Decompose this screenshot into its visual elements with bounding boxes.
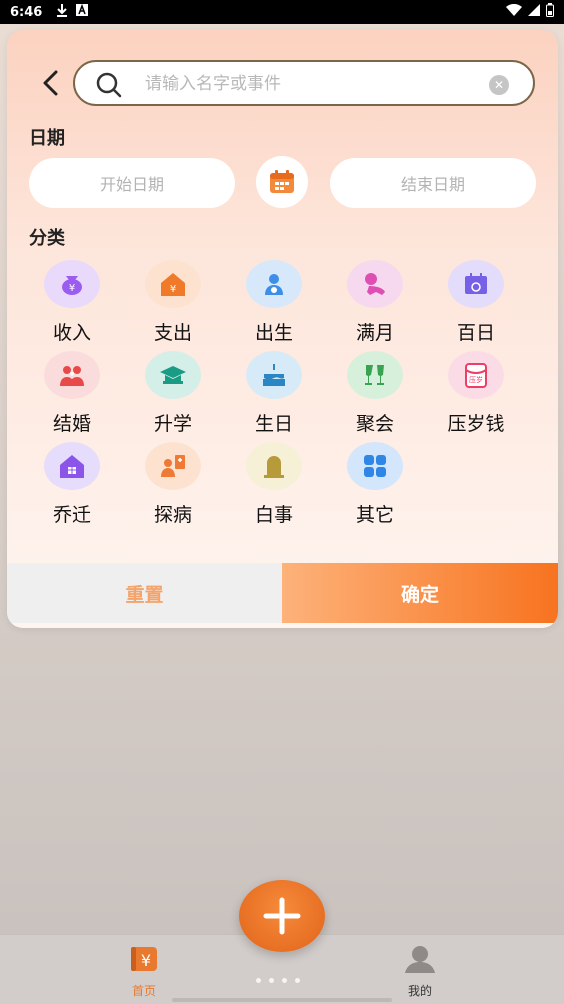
signal-icon bbox=[528, 4, 540, 20]
calendar-icon bbox=[465, 273, 487, 294]
category-icon-badge bbox=[145, 351, 201, 399]
category-item[interactable]: 生日 bbox=[229, 351, 319, 437]
home-indicator bbox=[172, 998, 392, 1002]
category-label: 聚会 bbox=[355, 413, 394, 435]
status-bar: 6:46 bbox=[0, 0, 564, 24]
search-icon bbox=[95, 71, 123, 99]
category-item[interactable]: 聚会 bbox=[330, 351, 420, 437]
crawling-baby-icon bbox=[365, 273, 385, 295]
category-icon-badge: 压岁 bbox=[448, 351, 504, 399]
user-icon bbox=[405, 946, 435, 973]
search-input[interactable] bbox=[145, 70, 465, 98]
category-icon-badge: ¥ bbox=[145, 260, 201, 308]
calendar-button[interactable] bbox=[256, 156, 308, 208]
nav-mine[interactable]: 我的 bbox=[390, 943, 450, 999]
category-item[interactable]: 升学 bbox=[128, 351, 218, 437]
category-icon-badge bbox=[246, 442, 302, 490]
status-time: 6:46 bbox=[10, 4, 43, 20]
end-date-field[interactable]: 结束日期 bbox=[330, 158, 536, 208]
filter-panel: ✕ 日期 开始日期 结束日期 分类 ¥ 收入 ¥ 支出 出生 满月 百日结婚 升学 生日 聚会 压岁… bbox=[7, 30, 558, 628]
category-icon-badge bbox=[347, 442, 403, 490]
nav-home[interactable]: ¥ 首页 bbox=[114, 943, 174, 999]
category-label: 白事 bbox=[254, 504, 293, 526]
category-item[interactable]: 百日 bbox=[431, 260, 521, 346]
new-home-icon bbox=[60, 455, 84, 478]
category-item[interactable]: 结婚 bbox=[27, 351, 117, 437]
category-label: 结婚 bbox=[52, 413, 91, 435]
category-label: 出生 bbox=[254, 322, 293, 344]
chevron-left-icon bbox=[43, 70, 58, 96]
category-icon-badge bbox=[448, 260, 504, 308]
category-icon-badge bbox=[347, 351, 403, 399]
category-label: 百日 bbox=[456, 322, 495, 344]
nav-mine-label: 我的 bbox=[407, 984, 432, 998]
confirm-button[interactable]: 确定 bbox=[282, 563, 558, 623]
red-envelope-icon: 压岁 bbox=[465, 363, 487, 388]
date-section-title: 日期 bbox=[29, 128, 65, 149]
category-icon-badge bbox=[44, 351, 100, 399]
svg-text:压岁: 压岁 bbox=[469, 375, 483, 384]
category-icon-badge bbox=[246, 260, 302, 308]
category-item[interactable]: 压岁 压岁钱 bbox=[431, 351, 521, 437]
baby-icon bbox=[265, 274, 283, 295]
graduation-cap-icon bbox=[160, 366, 186, 384]
category-item[interactable]: 满月 bbox=[330, 260, 420, 346]
category-item[interactable]: 其它 bbox=[330, 442, 420, 528]
search-row: ✕ bbox=[7, 60, 558, 106]
add-button[interactable] bbox=[239, 880, 325, 952]
category-label: 支出 bbox=[153, 322, 192, 344]
category-item[interactable]: ¥ 收入 bbox=[27, 260, 117, 346]
wallet-yen-icon: ¥ bbox=[131, 947, 157, 971]
clear-search-button[interactable]: ✕ bbox=[489, 75, 509, 95]
calendar-icon bbox=[270, 170, 294, 193]
category-icon-badge bbox=[145, 442, 201, 490]
svg-text:¥: ¥ bbox=[170, 284, 176, 295]
tombstone-icon bbox=[264, 456, 284, 478]
page-indicator-dots bbox=[256, 978, 300, 983]
category-label: 满月 bbox=[355, 322, 394, 344]
category-item[interactable]: ¥ 支出 bbox=[128, 260, 218, 346]
download-icon bbox=[56, 3, 68, 21]
svg-text:¥: ¥ bbox=[141, 951, 151, 970]
svg-text:¥: ¥ bbox=[69, 283, 75, 294]
house-yen-icon: ¥ bbox=[161, 273, 185, 296]
search-box[interactable]: ✕ bbox=[73, 60, 535, 106]
category-item[interactable]: 乔迁 bbox=[27, 442, 117, 528]
reset-button[interactable]: 重置 bbox=[7, 563, 282, 623]
grid-icon bbox=[364, 455, 386, 477]
category-label: 乔迁 bbox=[52, 504, 91, 526]
category-icon-badge bbox=[246, 351, 302, 399]
category-item[interactable]: 白事 bbox=[229, 442, 319, 528]
category-icon-badge bbox=[347, 260, 403, 308]
category-item[interactable]: 出生 bbox=[229, 260, 319, 346]
category-label: 收入 bbox=[52, 322, 91, 344]
category-item[interactable]: 探病 bbox=[128, 442, 218, 528]
money-bag-icon: ¥ bbox=[62, 276, 82, 295]
back-button[interactable] bbox=[37, 68, 63, 98]
couple-icon bbox=[60, 366, 84, 386]
category-label: 升学 bbox=[153, 413, 192, 435]
nav-home-label: 首页 bbox=[131, 984, 156, 998]
category-label: 探病 bbox=[153, 504, 192, 526]
category-icon-badge: ¥ bbox=[44, 260, 100, 308]
action-buttons: 重置 确定 bbox=[7, 563, 558, 623]
close-icon: ✕ bbox=[493, 78, 505, 92]
category-label: 生日 bbox=[254, 413, 293, 435]
app-notification-icon bbox=[76, 3, 89, 20]
start-date-field[interactable]: 开始日期 bbox=[29, 158, 235, 208]
cheers-icon bbox=[365, 365, 384, 385]
category-label: 压岁钱 bbox=[447, 413, 505, 435]
category-section-title: 分类 bbox=[29, 228, 65, 249]
battery-icon bbox=[546, 3, 554, 21]
cake-icon bbox=[263, 364, 285, 386]
plus-icon bbox=[263, 897, 301, 935]
wifi-icon bbox=[506, 3, 522, 20]
category-label: 其它 bbox=[355, 504, 394, 526]
visit-patient-icon bbox=[161, 455, 185, 477]
category-icon-badge bbox=[44, 442, 100, 490]
